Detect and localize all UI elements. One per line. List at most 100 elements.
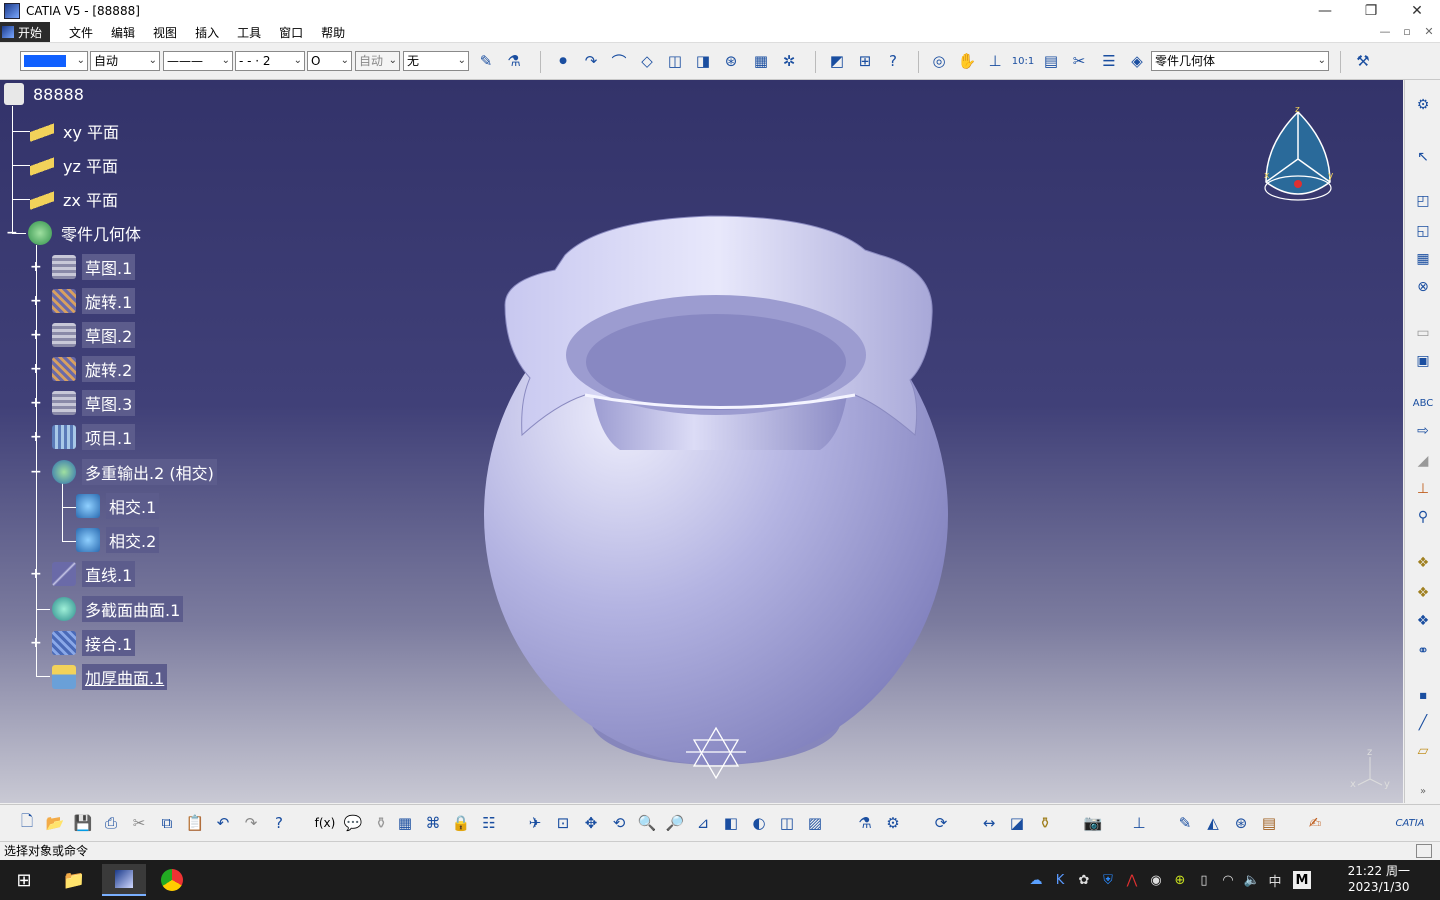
compass-icon[interactable]: z x y <box>1258 104 1338 208</box>
wifi-tray-icon[interactable]: ◠ <box>1219 871 1237 889</box>
expand-icon[interactable]: + <box>30 567 42 581</box>
app-tray-icon[interactable]: ⋀ <box>1123 871 1141 889</box>
lock-icon[interactable]: 🔒 <box>450 812 472 834</box>
volume-tray-icon[interactable]: 🔈 <box>1243 871 1261 889</box>
copy-icon[interactable]: ⧉ <box>156 812 178 834</box>
3d-viewport[interactable]: 88888 xy 平面 yz 平面 zx 平面 − 零件几何体 + 草图.1 +… <box>0 80 1403 803</box>
tree-item-zx-plane[interactable]: zx 平面 <box>30 186 121 212</box>
tree-item-sketch3[interactable]: 草图.3 <box>52 390 136 416</box>
formula-icon[interactable]: f(x) <box>314 812 336 834</box>
menu-tools[interactable]: 工具 <box>228 24 270 41</box>
curve-icon[interactable]: ↷ <box>580 50 602 72</box>
body-icon[interactable]: ◈ <box>1126 50 1148 72</box>
workbench-icon[interactable]: ⚒ <box>1352 50 1374 72</box>
constraint2-icon[interactable]: ❖ <box>1412 582 1434 604</box>
wireframe-icon[interactable]: ⊛ <box>1230 812 1252 834</box>
chrome-icon[interactable] <box>150 864 194 896</box>
shield-tray-icon[interactable]: ⛨ <box>1099 871 1117 889</box>
update-icon[interactable]: ⟳ <box>930 812 952 834</box>
expand-icon[interactable]: + <box>30 636 42 650</box>
plane-tool-icon[interactable]: ◇ <box>636 50 658 72</box>
expand-icon[interactable]: + <box>30 328 42 342</box>
disabled-bottom-icon[interactable]: ⚱ <box>370 812 392 834</box>
tree-root[interactable]: 88888 <box>4 83 87 105</box>
close-button[interactable]: ✕ <box>1394 0 1440 22</box>
normal-view-icon[interactable]: ⊿ <box>692 812 714 834</box>
hide-show-icon[interactable]: ◫ <box>776 812 798 834</box>
menu-edit[interactable]: 编辑 <box>102 24 144 41</box>
restore-button[interactable]: ❐ <box>1348 0 1394 22</box>
flag-note-icon[interactable]: ⇨ <box>1412 420 1434 442</box>
measure-between-icon[interactable]: ◰ <box>1412 190 1434 212</box>
fit-all-icon[interactable]: ⊡ <box>552 812 574 834</box>
thickness-select[interactable]: 自动 ⌄ <box>90 51 160 71</box>
menu-insert[interactable]: 插入 <box>186 24 228 41</box>
tree-item-yz-plane[interactable]: yz 平面 <box>30 152 121 178</box>
filter-select[interactable]: 无 ⌄ <box>403 51 469 71</box>
settings-gear-icon[interactable]: ⚙ <box>1412 94 1434 116</box>
layer-select[interactable]: 自动 ⌄ <box>355 51 400 71</box>
start-menu[interactable]: 开始 <box>0 22 51 42</box>
tree-item-projection1[interactable]: 项目.1 <box>52 424 136 450</box>
clock[interactable]: 21:22 周一 2023/1/30 <box>1348 863 1410 895</box>
grid-icon[interactable]: ▦ <box>750 50 772 72</box>
shading-icon[interactable]: ◐ <box>748 812 770 834</box>
point-icon[interactable]: ● <box>552 50 574 72</box>
tree-item-join1[interactable]: 接合.1 <box>52 630 136 656</box>
ime-indicator[interactable]: 中 <box>1266 871 1284 890</box>
target-icon[interactable]: ⊗ <box>1412 276 1434 298</box>
list-tool-icon[interactable]: ☷ <box>478 812 500 834</box>
stamp-icon[interactable]: ⊥ <box>1412 478 1434 500</box>
plus-tray-icon[interactable]: ⊕ <box>1171 871 1189 889</box>
tree-item-xy-plane[interactable]: xy 平面 <box>30 118 122 144</box>
rotate-icon[interactable]: ◎ <box>928 50 950 72</box>
doc-restore-button[interactable]: ▫ <box>1396 22 1418 42</box>
hand-icon[interactable]: ✋ <box>956 50 978 72</box>
menu-file[interactable]: 文件 <box>60 24 102 41</box>
tree-item-thick-surface1[interactable]: 加厚曲面.1 <box>52 664 168 690</box>
point-select[interactable]: O ⌄ <box>307 51 352 71</box>
tree-item-sketch2[interactable]: 草图.2 <box>52 322 136 348</box>
painter-icon[interactable]: ✎ <box>475 50 497 72</box>
linetype-select[interactable]: ——— ⌄ <box>163 51 233 71</box>
point-right-icon[interactable]: ■ <box>1412 684 1434 706</box>
tree-item-part-body[interactable]: 零件几何体 <box>28 220 144 246</box>
layer-list-icon[interactable]: ☰ <box>1098 50 1120 72</box>
section-icon[interactable]: ✂ <box>1068 50 1090 72</box>
plane-right-icon[interactable]: ▱ <box>1412 740 1434 762</box>
redo-icon[interactable]: ↷ <box>240 812 262 834</box>
cut-icon[interactable]: ✂ <box>128 812 150 834</box>
apply-material-icon[interactable]: ⚗ <box>503 50 525 72</box>
tree-item-intersect2[interactable]: 相交.2 <box>76 527 160 553</box>
measure-icon[interactable]: ◫ <box>664 50 686 72</box>
dimension-icon[interactable]: ↔ <box>978 812 1000 834</box>
axis-system-icon[interactable]: ⊥ <box>984 50 1006 72</box>
text-annotation-icon[interactable]: ABC <box>1412 392 1434 414</box>
tree-item-multi-output2[interactable]: 多重输出.2 (相交) <box>52 459 217 485</box>
sketch-tool-icon[interactable]: ✎ <box>1174 812 1196 834</box>
settings-tray-icon[interactable]: ✿ <box>1075 871 1093 889</box>
fly-icon[interactable]: ✈ <box>524 812 546 834</box>
tree-item-multi-section-surface1[interactable]: 多截面曲面.1 <box>52 596 184 622</box>
render-icon[interactable]: ◪ <box>1006 812 1028 834</box>
select-arrow-icon[interactable]: ↖ <box>1412 146 1434 168</box>
vase-model[interactable] <box>480 130 960 780</box>
analysis-icon[interactable]: ⊥ <box>1128 812 1150 834</box>
options-gear-icon[interactable]: ⚙ <box>882 812 904 834</box>
collapse-icon[interactable]: − <box>30 465 42 479</box>
whats-this-bottom-icon[interactable]: ? <box>268 812 290 834</box>
disabled-note-icon[interactable]: ◢ <box>1412 450 1434 472</box>
snap-icon[interactable]: ✲ <box>778 50 800 72</box>
menu-window[interactable]: 窗口 <box>270 24 312 41</box>
line-right-icon[interactable]: ╱ <box>1412 712 1434 734</box>
print-icon[interactable]: ⎙ <box>100 812 122 834</box>
grid-right-icon[interactable]: ▦ <box>1412 248 1434 270</box>
constraint1-icon[interactable]: ❖ <box>1412 552 1434 574</box>
menu-view[interactable]: 视图 <box>144 24 186 41</box>
expand-icon[interactable]: + <box>30 362 42 376</box>
table-icon[interactable]: ▦ <box>394 812 416 834</box>
tree-item-line1[interactable]: 直线.1 <box>52 561 136 587</box>
bounding-right-icon[interactable]: ▣ <box>1412 350 1434 372</box>
comment-icon[interactable]: 💬 <box>342 812 364 834</box>
tree-item-revolve2[interactable]: 旋转.2 <box>52 356 136 382</box>
